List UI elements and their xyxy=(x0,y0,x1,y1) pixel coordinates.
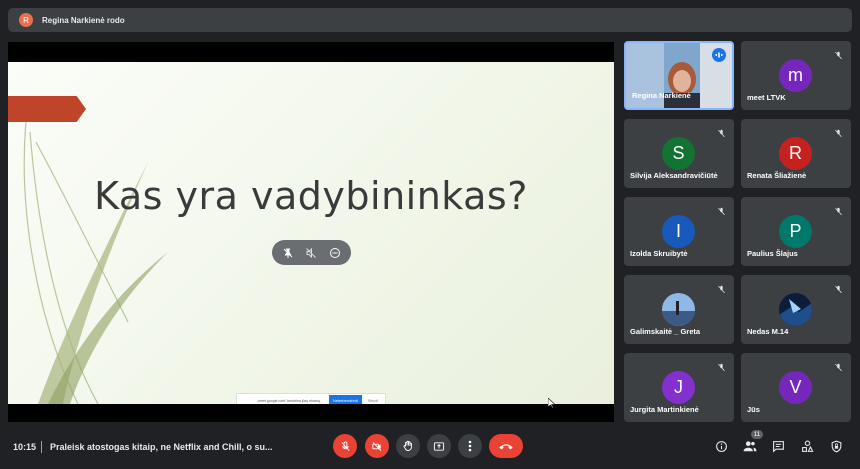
raise-hand-button[interactable] xyxy=(396,434,420,458)
participant-avatar: I xyxy=(662,215,695,248)
presentation-area: Kas yra vadybininkas? „meet.google.com“ … xyxy=(8,42,614,422)
participant-name: Silvija Aleksandravičiūtė xyxy=(630,171,718,180)
participant-avatar: J xyxy=(662,371,695,404)
participant-avatar: m xyxy=(779,59,812,92)
camera-toggle-button[interactable] xyxy=(365,434,389,458)
participant-name: Galimskaitė _ Greta xyxy=(630,327,701,336)
participant-avatar: R xyxy=(779,137,812,170)
divider xyxy=(41,441,42,453)
tile-controls-pill[interactable] xyxy=(272,240,351,265)
participant-tile[interactable]: J Jurgita Martinkienė xyxy=(624,353,734,422)
more-vert-icon xyxy=(468,440,472,452)
slide-title: Kas yra vadybininkas? xyxy=(94,174,528,218)
presenter-bar: R Regina Narkienė rodo xyxy=(8,8,852,32)
participant-name: Regina Narkienė xyxy=(632,91,691,100)
participant-avatar: S xyxy=(662,137,695,170)
participant-tile[interactable]: I Izolda Skruibytė xyxy=(624,197,734,266)
more-options-button[interactable] xyxy=(458,434,482,458)
presenter-avatar: R xyxy=(19,13,33,27)
participant-name: Renata Šliažienė xyxy=(747,171,807,180)
meeting-clock: 10:15 xyxy=(13,442,37,452)
end-call-icon xyxy=(499,444,513,450)
chat-icon xyxy=(772,440,784,453)
mouse-cursor-icon xyxy=(548,398,556,408)
pin-icon[interactable] xyxy=(281,246,295,260)
hand-icon xyxy=(403,440,412,451)
participant-avatar: V xyxy=(779,371,812,404)
notification-text: „meet.google.com“ bendrina jūsų ekraną. xyxy=(257,398,321,403)
mic-off-icon xyxy=(717,281,726,299)
hide-button[interactable]: Slėpti xyxy=(368,398,378,403)
slide-decoration-curves xyxy=(23,121,168,404)
participant-avatar: P xyxy=(779,215,812,248)
participant-name: Jurgita Martinkienė xyxy=(630,405,699,414)
slide-ribbon xyxy=(8,96,86,122)
participant-tile-video[interactable]: Regina Narkienė xyxy=(624,41,734,110)
speaking-indicator-icon xyxy=(712,48,726,62)
activities-icon xyxy=(801,440,814,452)
people-icon xyxy=(743,441,757,452)
mic-toggle-button[interactable] xyxy=(333,434,357,458)
participant-tile[interactable]: Galimskaitė _ Greta xyxy=(624,275,734,344)
participant-tile[interactable]: Nedas M.14 xyxy=(741,275,851,344)
meeting-title: Praleisk atostogas kitaip, ne Netflix an… xyxy=(50,442,273,452)
participant-name: Izolda Skruibytė xyxy=(630,249,688,258)
present-icon xyxy=(433,441,445,451)
shield-lock-icon xyxy=(831,440,841,453)
participant-tile[interactable]: P Paulius Šlajus xyxy=(741,197,851,266)
screen-share-notification: „meet.google.com“ bendrina jūsų ekraną. … xyxy=(236,393,386,404)
participant-count-badge: 11 xyxy=(751,430,763,439)
slide: Kas yra vadybininkas? „meet.google.com“ … xyxy=(8,62,614,404)
mic-off-icon xyxy=(717,125,726,143)
info-icon xyxy=(715,440,727,452)
participant-photo-avatar xyxy=(779,293,812,326)
participant-tile[interactable]: m meet LTVK xyxy=(741,41,851,110)
participant-name: Jūs xyxy=(747,405,760,414)
chat-button[interactable] xyxy=(770,438,786,454)
participant-tile[interactable]: R Renata Šliažienė xyxy=(741,119,851,188)
mute-speaker-icon[interactable] xyxy=(304,246,318,260)
participant-name: meet LTVK xyxy=(747,93,786,102)
mic-off-icon xyxy=(340,441,350,451)
mic-off-icon xyxy=(834,281,843,299)
mic-off-icon xyxy=(717,359,726,377)
leave-call-button[interactable] xyxy=(489,434,523,458)
participant-tile[interactable]: S Silvija Aleksandravičiūtė xyxy=(624,119,734,188)
mic-off-icon xyxy=(834,47,843,65)
participant-photo-avatar xyxy=(662,293,695,326)
remove-icon[interactable] xyxy=(328,246,342,260)
participant-name: Nedas M.14 xyxy=(747,327,789,336)
participant-tile-self[interactable]: V Jūs xyxy=(741,353,851,422)
present-screen-button[interactable] xyxy=(427,434,451,458)
stop-sharing-button[interactable]: Nebebendrinti xyxy=(328,395,362,404)
mic-off-icon xyxy=(834,203,843,221)
mic-off-icon xyxy=(834,125,843,143)
mic-off-icon xyxy=(717,203,726,221)
presenter-label: Regina Narkienė rodo xyxy=(42,15,125,25)
activities-button[interactable] xyxy=(799,438,815,454)
host-controls-button[interactable] xyxy=(828,438,844,454)
show-everyone-button[interactable] xyxy=(742,438,758,454)
camera-off-icon xyxy=(372,441,382,451)
participant-name: Paulius Šlajus xyxy=(747,249,798,258)
meeting-details-button[interactable] xyxy=(713,438,729,454)
mic-off-icon xyxy=(834,359,843,377)
bottom-control-bar: 10:15 Praleisk atostogas kitaip, ne Netf… xyxy=(0,428,860,469)
